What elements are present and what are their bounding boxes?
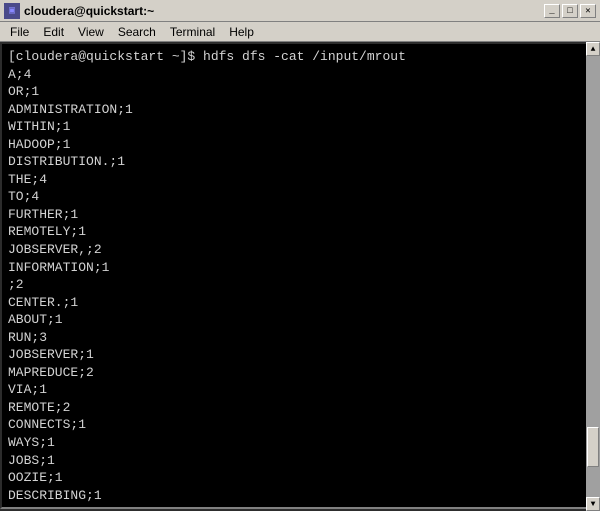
scroll-thumb[interactable] xyxy=(587,427,599,467)
menu-file[interactable]: File xyxy=(4,23,35,41)
scroll-track[interactable] xyxy=(586,56,600,497)
title-bar-left: ▣ cloudera@quickstart:~ xyxy=(4,3,154,19)
scroll-up-button[interactable]: ▲ xyxy=(586,42,600,56)
menu-search[interactable]: Search xyxy=(112,23,162,41)
maximize-button[interactable]: □ xyxy=(562,4,578,18)
terminal-icon: ▣ xyxy=(4,3,20,19)
menu-view[interactable]: View xyxy=(72,23,110,41)
minimize-button[interactable]: _ xyxy=(544,4,560,18)
menu-terminal[interactable]: Terminal xyxy=(164,23,221,41)
window-title: cloudera@quickstart:~ xyxy=(24,4,154,18)
menu-help[interactable]: Help xyxy=(223,23,260,41)
window: ▣ cloudera@quickstart:~ _ □ ✕ File Edit … xyxy=(0,0,600,511)
scroll-down-button[interactable]: ▼ xyxy=(586,497,600,511)
title-bar: ▣ cloudera@quickstart:~ _ □ ✕ xyxy=(0,0,600,22)
terminal-output: [cloudera@quickstart ~]$ hdfs dfs -cat /… xyxy=(8,48,588,503)
menu-bar: File Edit View Search Terminal Help xyxy=(0,22,600,42)
menu-edit[interactable]: Edit xyxy=(37,23,70,41)
terminal-wrapper: [cloudera@quickstart ~]$ hdfs dfs -cat /… xyxy=(0,42,600,511)
scrollbar[interactable]: ▲ ▼ xyxy=(586,42,600,511)
close-button[interactable]: ✕ xyxy=(580,4,596,18)
terminal[interactable]: [cloudera@quickstart ~]$ hdfs dfs -cat /… xyxy=(0,42,596,509)
window-controls: _ □ ✕ xyxy=(544,4,596,18)
